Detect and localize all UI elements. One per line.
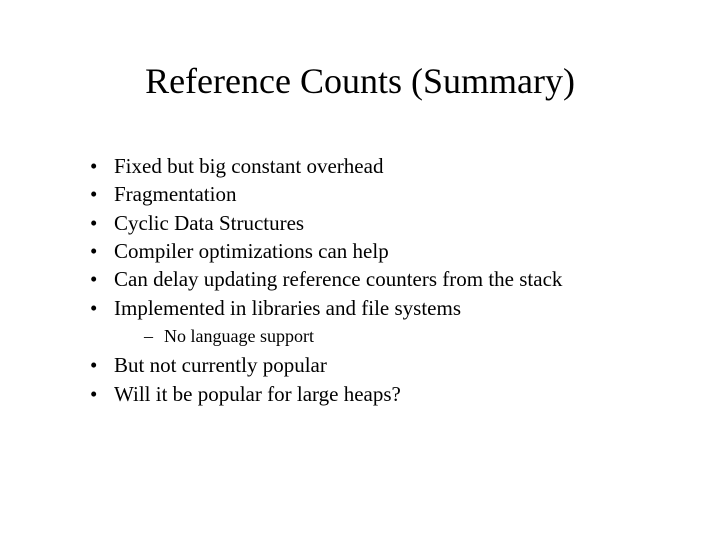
list-item: Implemented in libraries and file system…	[90, 294, 660, 350]
bullet-text: Fixed but big constant overhead	[114, 154, 383, 178]
bullet-text: Compiler optimizations can help	[114, 239, 389, 263]
list-item: But not currently popular	[90, 351, 660, 379]
list-item: No language support	[144, 324, 660, 349]
bullet-text: But not currently popular	[114, 353, 327, 377]
slide-title: Reference Counts (Summary)	[60, 60, 660, 102]
bullet-text: Cyclic Data Structures	[114, 211, 304, 235]
list-item: Compiler optimizations can help	[90, 237, 660, 265]
list-item: Will it be popular for large heaps?	[90, 380, 660, 408]
list-item: Fixed but big constant overhead	[90, 152, 660, 180]
bullet-text: Will it be popular for large heaps?	[114, 382, 401, 406]
bullet-list: Fixed but big constant overhead Fragment…	[60, 152, 660, 408]
bullet-text: Fragmentation	[114, 182, 236, 206]
list-item: Can delay updating reference counters fr…	[90, 265, 660, 293]
bullet-text: Implemented in libraries and file system…	[114, 296, 461, 320]
sub-bullet-text: No language support	[164, 326, 314, 346]
list-item: Fragmentation	[90, 180, 660, 208]
list-item: Cyclic Data Structures	[90, 209, 660, 237]
sub-bullet-list: No language support	[114, 324, 660, 349]
bullet-text: Can delay updating reference counters fr…	[114, 267, 562, 291]
